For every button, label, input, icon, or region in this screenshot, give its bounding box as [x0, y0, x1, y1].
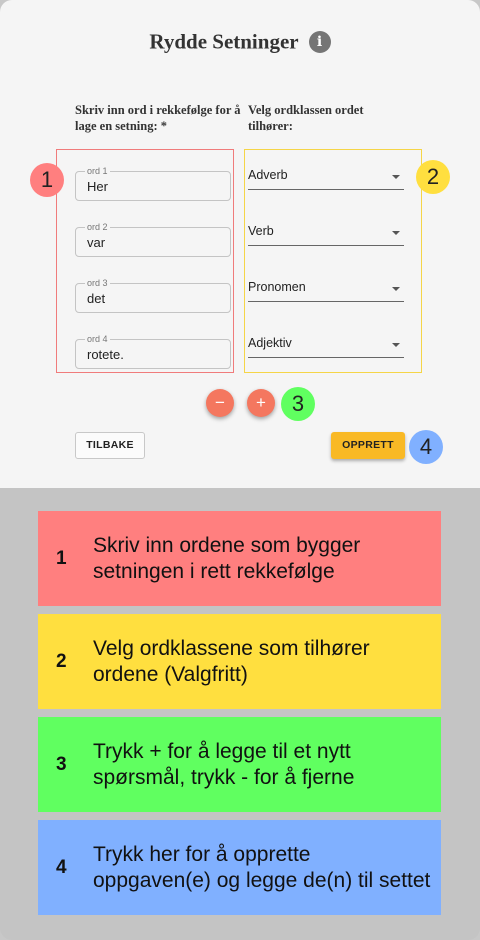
- back-button[interactable]: TILBAKE: [75, 432, 145, 459]
- word-class-select-2[interactable]: Verb: [248, 221, 404, 246]
- word-class-value: Verb: [248, 224, 274, 238]
- dropdown-arrow-icon: [392, 343, 400, 347]
- page-title-text: Rydde Setninger: [149, 29, 299, 54]
- legend-number: 3: [56, 754, 67, 775]
- word-field-4[interactable]: ord 4 rotete.: [75, 334, 231, 369]
- word-field-label: ord 1: [85, 166, 110, 176]
- words-column-heading: Skriv inn ord i rekkefølge for å lage en…: [75, 103, 241, 133]
- word-class-select-1[interactable]: Adverb: [248, 165, 404, 190]
- legend-text: Velg ordklassene som tilhører ordene (Va…: [93, 636, 370, 686]
- word-field-3[interactable]: ord 3 det: [75, 278, 231, 313]
- tutorial-page: Rydde Setninger i Skriv inn ord i rekkefø…: [0, 0, 480, 940]
- classes-column-heading: Velg ordklassen ordet tilhører:: [248, 103, 364, 133]
- word-class-value: Adjektiv: [248, 336, 292, 350]
- add-question-button[interactable]: +: [247, 389, 275, 417]
- word-class-select-3[interactable]: Pronomen: [248, 277, 404, 302]
- word-class-value: Pronomen: [248, 280, 306, 294]
- word-field-1[interactable]: ord 1 Her: [75, 166, 231, 201]
- info-icon[interactable]: i: [308, 31, 331, 54]
- word-field-label: ord 2: [85, 222, 110, 232]
- dropdown-arrow-icon: [392, 175, 400, 179]
- word-field-value: var: [87, 235, 106, 250]
- word-field-value: det: [87, 291, 106, 306]
- legend-item-3: 3 Trykk + for å legge til et nytt spørsm…: [38, 717, 441, 812]
- legend-number: 1: [56, 548, 67, 569]
- legend-number: 4: [56, 857, 67, 878]
- word-field-value: Her: [87, 179, 108, 194]
- page-title: Rydde Setninger i: [0, 28, 480, 55]
- app-panel: Rydde Setninger i Skriv inn ord i rekkefø…: [0, 0, 480, 488]
- legend-item-2: 2 Velg ordklassene som tilhører ordene (…: [38, 614, 441, 709]
- word-class-value: Adverb: [248, 168, 288, 182]
- callout-badge-1: 1: [30, 163, 64, 197]
- legend-text: Skriv inn ordene som bygger setningen i …: [93, 533, 361, 583]
- word-field-label: ord 4: [85, 334, 110, 344]
- word-field-label: ord 3: [85, 278, 110, 288]
- legend-text: Trykk + for å legge til et nytt spørsmål…: [93, 739, 355, 789]
- dropdown-arrow-icon: [392, 231, 400, 235]
- legend-item-1: 1 Skriv inn ordene som bygger setningen …: [38, 511, 441, 606]
- callout-badge-4: 4: [409, 430, 443, 464]
- callout-badge-3: 3: [281, 387, 315, 421]
- legend-item-4: 4 Trykk her for å opprette oppgaven(e) o…: [38, 820, 441, 915]
- legend-number: 2: [56, 651, 67, 672]
- word-field-2[interactable]: ord 2 var: [75, 222, 231, 257]
- callout-badge-2: 2: [416, 160, 450, 194]
- word-field-value: rotete.: [87, 347, 124, 362]
- dropdown-arrow-icon: [392, 287, 400, 291]
- legend-text: Trykk her for å opprette oppgaven(e) og …: [93, 842, 431, 892]
- create-button[interactable]: OPPRETT: [331, 432, 405, 459]
- remove-question-button[interactable]: −: [206, 389, 234, 417]
- word-class-select-4[interactable]: Adjektiv: [248, 333, 404, 358]
